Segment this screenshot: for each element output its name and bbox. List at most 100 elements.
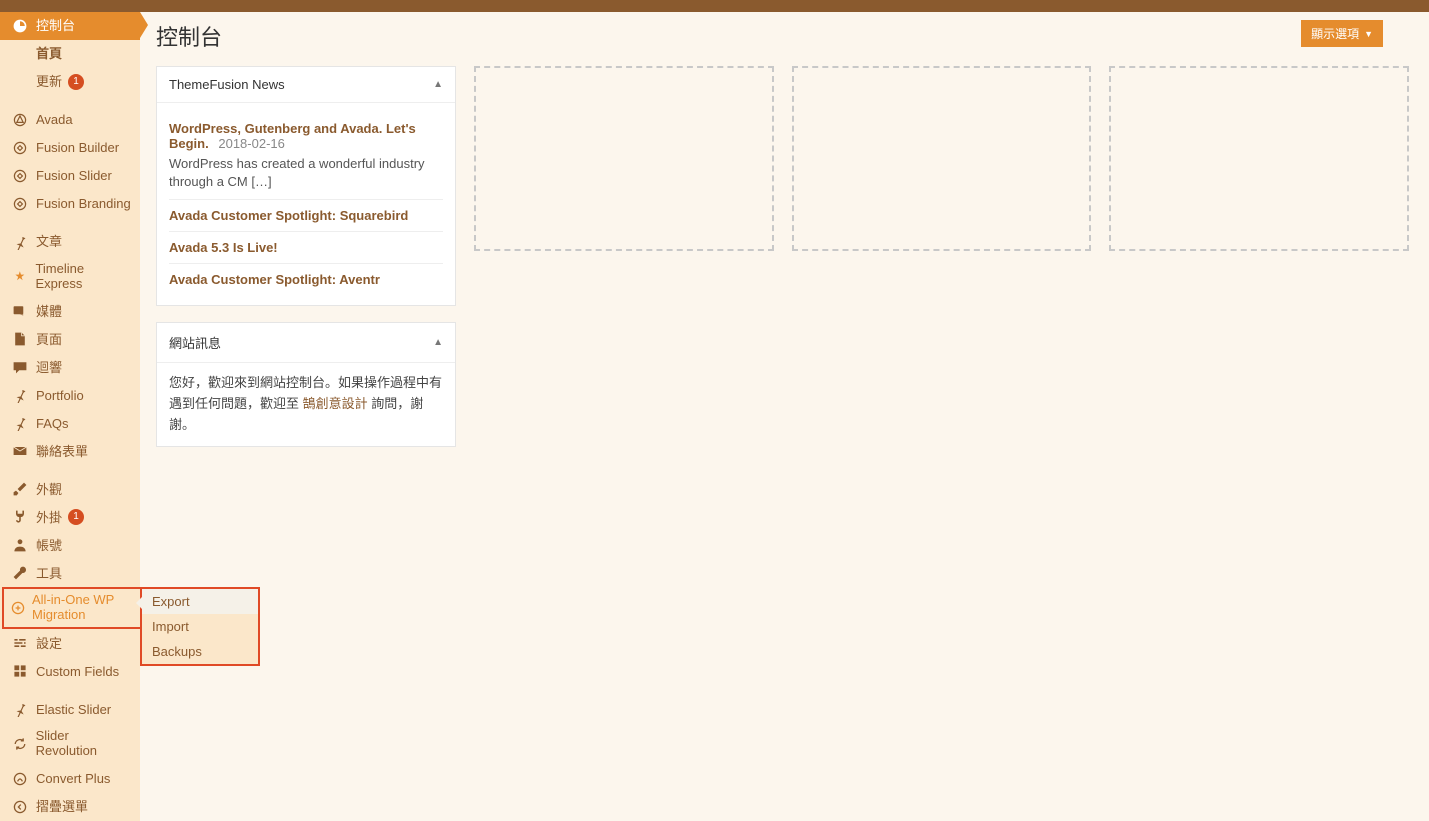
convert-icon [10,771,30,787]
sidebar-item-elastic-slider[interactable]: Elastic Slider [0,695,140,723]
sidebar-item-slider-revolution[interactable]: Slider Revolution [0,723,140,765]
sidebar-item-fusion-builder[interactable]: Fusion Builder [0,134,140,162]
sidebar-item-pages[interactable]: 頁面 [0,325,140,353]
sidebar-label-updates: 更新 [36,74,62,90]
site-info-panel: 網站訊息 ▲ 您好，歡迎來到網站控制台。如果操作過程中有遇到任何問題，歡迎至 鵠… [156,322,456,446]
pin-icon [10,701,30,717]
news-date: 2018-02-16 [218,136,285,151]
sidebar-item-custom-fields[interactable]: Custom Fields [0,657,140,685]
flyout-item-backups[interactable]: Backups [142,639,258,664]
sidebar-item-contact-forms[interactable]: 聯絡表單 [0,437,140,465]
sidebar-label-pages: 頁面 [36,332,62,348]
sidebar-item-home[interactable]: 首頁 [0,40,140,68]
app-container: 控制台 首頁 更新 1 Avada Fusion Builder Fusio [0,12,1429,821]
flyout-item-export[interactable]: Export [142,589,258,614]
news-item[interactable]: WordPress, Gutenberg and Avada. Let's Be… [169,113,443,200]
refresh-icon [10,736,30,752]
sidebar-item-comments[interactable]: 迴響 [0,353,140,381]
sidebar-label-appearance: 外觀 [36,482,62,498]
themefusion-news-body: WordPress, Gutenberg and Avada. Let's Be… [157,103,455,305]
sidebar-item-users[interactable]: 帳號 [0,531,140,559]
site-info-body: 您好，歡迎來到網站控制台。如果操作過程中有遇到任何問題，歡迎至 鵠創意設計 詢問… [157,363,455,445]
media-icon [10,303,30,319]
sidebar-item-media[interactable]: 媒體 [0,297,140,325]
sidebar-item-settings[interactable]: 設定 [0,629,140,657]
sidebar-label-tools: 工具 [36,566,62,582]
grid-icon [10,663,30,679]
sidebar-label-users: 帳號 [36,538,62,554]
screen-options-button[interactable]: 顯示選項 ▼ [1301,20,1383,47]
news-item[interactable]: Avada 5.3 Is Live! [169,232,443,264]
dashboard-widgets: ThemeFusion News ▲ WordPress, Gutenberg … [156,66,1409,447]
widget-placeholder[interactable] [474,66,774,251]
aiowpm-flyout: Export Import Backups [140,587,260,666]
sidebar-label-dashboard: 控制台 [36,18,75,34]
site-info-header[interactable]: 網站訊息 ▲ [157,323,455,363]
sidebar-item-avada[interactable]: Avada [0,106,140,134]
sidebar-label-plugins: 外掛 [36,510,62,526]
pin-icon [10,415,30,431]
sidebar-item-convert-plus[interactable]: Convert Plus [0,765,140,793]
sidebar-label-custom-fields: Custom Fields [36,664,119,680]
sidebar-label-portfolio: Portfolio [36,388,84,404]
admin-top-bar [0,0,1429,12]
news-item[interactable]: Avada Customer Spotlight: Squarebird [169,200,443,232]
news-item[interactable]: Avada Customer Spotlight: Aventr [169,264,443,295]
flyout-label-import: Import [152,619,189,634]
widget-placeholder[interactable] [792,66,1092,251]
sidebar-label-elastic-slider: Elastic Slider [36,702,111,718]
sidebar-label-home: 首頁 [36,46,62,62]
sliders-icon [10,635,30,651]
pin-icon [10,234,30,250]
sidebar-label-faqs: FAQs [36,416,69,432]
comment-icon [10,359,30,375]
fusion-slider-icon [10,168,30,184]
widget-placeholder[interactable] [1109,66,1409,251]
sidebar-label-convert-plus: Convert Plus [36,771,110,787]
page-icon [10,331,30,347]
sidebar-label-fusion-branding: Fusion Branding [36,196,131,212]
sidebar-item-timeline-express[interactable]: Timeline Express [0,256,140,298]
fusion-branding-icon [10,196,30,212]
sidebar-label-media: 媒體 [36,304,62,320]
themefusion-news-panel: ThemeFusion News ▲ WordPress, Gutenberg … [156,66,456,306]
news-title: WordPress, Gutenberg and Avada. Let's Be… [169,121,416,151]
timeline-icon [10,269,29,285]
sidebar-item-aiowpm[interactable]: All-in-One WP Migration [0,587,140,629]
plugins-badge: 1 [68,509,84,525]
placeholder-columns [474,66,1409,251]
sidebar-item-fusion-branding[interactable]: Fusion Branding [0,190,140,218]
avada-icon [10,112,30,128]
themefusion-news-header[interactable]: ThemeFusion News ▲ [157,67,455,103]
sidebar-item-aiowpm-wrap: All-in-One WP Migration Export Import Ba… [0,587,140,629]
sidebar-label-aiowpm: All-in-One WP Migration [32,593,132,623]
sidebar-item-plugins[interactable]: 外掛 1 [0,503,140,531]
chevron-down-icon: ▼ [1364,29,1373,39]
admin-sidebar: 控制台 首頁 更新 1 Avada Fusion Builder Fusio [0,12,140,821]
sidebar-item-collapse[interactable]: 摺疊選單 [0,793,140,821]
sidebar-label-avada: Avada [36,112,73,128]
page-title: 控制台 [156,20,1409,52]
flyout-item-import[interactable]: Import [142,614,258,639]
sidebar-label-settings: 設定 [36,636,62,652]
sidebar-item-faqs[interactable]: FAQs [0,409,140,437]
flyout-label-export: Export [152,594,190,609]
panel-title: ThemeFusion News [169,77,285,92]
sidebar-item-tools[interactable]: 工具 [0,559,140,587]
sidebar-item-fusion-slider[interactable]: Fusion Slider [0,162,140,190]
sidebar-item-updates[interactable]: 更新 1 [0,68,140,96]
sidebar-item-portfolio[interactable]: Portfolio [0,381,140,409]
main-area: 顯示選項 ▼ 控制台 ThemeFusion News ▲ WordPress,… [140,12,1429,821]
brush-icon [10,481,30,497]
migration-icon [10,600,26,616]
sidebar-item-dashboard[interactable]: 控制台 [0,12,140,40]
sidebar-label-collapse: 摺疊選單 [36,799,88,815]
envelope-icon [10,443,30,459]
chevron-up-icon: ▲ [433,337,443,348]
sidebar-label-contact-forms: 聯絡表單 [36,444,88,460]
sidebar-item-posts[interactable]: 文章 [0,228,140,256]
panel-title: 網站訊息 [169,333,221,352]
user-icon [10,537,30,553]
sidebar-item-appearance[interactable]: 外觀 [0,475,140,503]
site-info-link[interactable]: 鵠創意設計 [303,396,368,411]
